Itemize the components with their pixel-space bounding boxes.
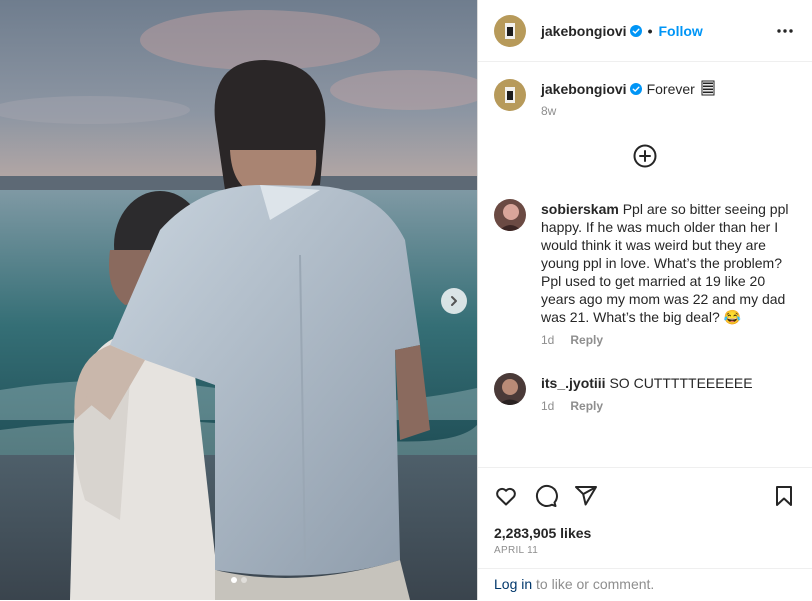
avatar-image xyxy=(494,79,526,111)
comment-timestamp: 1d xyxy=(541,333,555,347)
separator-dot: • xyxy=(647,23,653,39)
caption-text: Forever xyxy=(646,81,695,97)
heart-icon[interactable] xyxy=(494,484,518,508)
login-prompt: Log in to like or comment. xyxy=(478,568,812,601)
share-icon[interactable] xyxy=(574,484,598,508)
avatar[interactable] xyxy=(494,373,526,405)
caption-timestamp: 8w xyxy=(541,104,557,118)
comment-body: sobierskam Ppl are so bitter seeing ppl … xyxy=(541,200,803,326)
post-header: jakebongiovi • Follow xyxy=(478,0,812,62)
carousel-dot-active xyxy=(230,577,237,583)
avatar[interactable] xyxy=(494,199,526,231)
chevron-right-icon xyxy=(451,296,457,306)
next-photo-button[interactable] xyxy=(441,288,467,314)
comment-text: Ppl are so bitter seeing ppl happy. If h… xyxy=(541,201,789,325)
post-side-panel: jakebongiovi • Follow jakebongiovi Forev… xyxy=(477,0,812,600)
likes-count[interactable]: 2,283,905 likes xyxy=(494,525,591,541)
bookmark-icon[interactable] xyxy=(772,484,796,508)
comment-meta: 1d Reply xyxy=(541,399,603,413)
more-icon[interactable] xyxy=(776,22,794,40)
comment-icon[interactable] xyxy=(534,484,558,508)
header-author: jakebongiovi • Follow xyxy=(541,23,703,39)
post-photo[interactable] xyxy=(0,0,477,600)
post-container: jakebongiovi • Follow jakebongiovi Forev… xyxy=(0,0,812,600)
verified-badge-icon xyxy=(629,83,642,95)
login-suffix: to like or comment. xyxy=(532,576,655,592)
reply-button[interactable]: Reply xyxy=(570,399,603,413)
author-username[interactable]: jakebongiovi xyxy=(541,23,627,39)
comment-timestamp: 1d xyxy=(541,399,555,413)
post-actions: 2,283,905 likes APRIL 11 Log in to like … xyxy=(478,467,812,601)
follow-button[interactable]: Follow xyxy=(658,23,702,39)
add-comment-icon[interactable] xyxy=(633,144,657,168)
avatar-image xyxy=(494,15,526,47)
comment-body: its_.jyotiii SO CUTTTTTEEEEEE xyxy=(541,374,803,392)
post-caption: jakebongiovi Forever xyxy=(541,80,715,98)
caption-username[interactable]: jakebongiovi xyxy=(541,81,627,97)
post-image xyxy=(0,0,477,600)
ring-emoji xyxy=(701,80,715,96)
post-date[interactable]: APRIL 11 xyxy=(494,545,538,556)
comment-username[interactable]: its_.jyotiii xyxy=(541,375,606,391)
avatar-image xyxy=(494,373,526,405)
comment-text: SO CUTTTTTEEEEEE xyxy=(609,375,753,391)
comment-username[interactable]: sobierskam xyxy=(541,201,619,217)
reply-button[interactable]: Reply xyxy=(570,333,603,347)
carousel-dot xyxy=(240,577,247,583)
carousel-indicator xyxy=(0,577,477,583)
verified-badge-icon xyxy=(629,25,642,37)
action-icons xyxy=(494,484,598,508)
avatar[interactable] xyxy=(494,15,526,47)
avatar-image xyxy=(494,199,526,231)
comment-meta: 1d Reply xyxy=(541,333,603,347)
login-link[interactable]: Log in xyxy=(494,576,532,592)
caption-avatar[interactable] xyxy=(494,79,526,111)
